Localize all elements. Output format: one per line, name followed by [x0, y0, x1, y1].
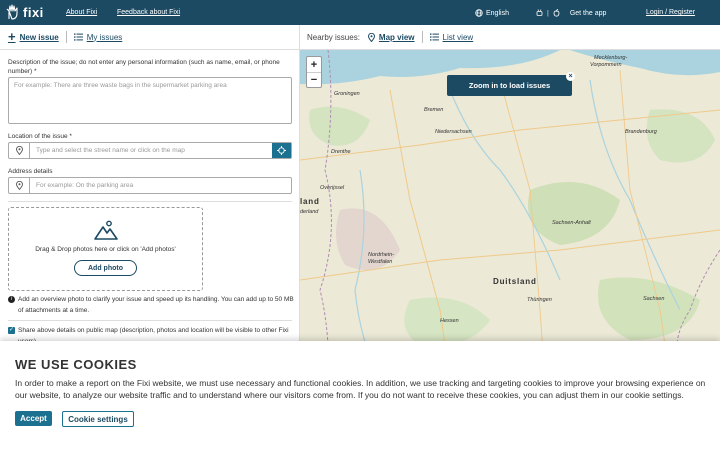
- map-label: Niedersachsen: [435, 129, 472, 135]
- zoom-notice-text: Zoom in to load issues: [468, 81, 551, 90]
- map-label: Westfalen: [368, 259, 393, 265]
- map-label: Drenthe: [331, 149, 351, 155]
- form-divider: [8, 201, 292, 202]
- mountain-photo-icon: [93, 220, 118, 240]
- feedback-link[interactable]: Feedback about Fixi: [117, 9, 180, 16]
- map-label: Brandenburg: [625, 129, 657, 135]
- dropzone-text: Drag & Drop photos here or click on 'Add…: [35, 246, 176, 253]
- list-icon: [429, 33, 439, 41]
- close-icon[interactable]: ×: [566, 72, 575, 81]
- apple-icon: [553, 9, 560, 17]
- location-placeholder: Type and select the street name or click…: [36, 147, 185, 154]
- get-app-link[interactable]: | Get the app: [536, 9, 606, 17]
- tab-list-view-label: List view: [442, 32, 474, 42]
- tab-new-issue-label: New issue: [19, 32, 59, 42]
- map-label: Sachsen: [643, 296, 665, 302]
- tab-map-view[interactable]: Map view: [367, 32, 415, 42]
- cookie-title: WE USE COOKIES: [15, 357, 137, 372]
- map-label: Sachsen-Anhalt: [552, 220, 591, 226]
- about-link[interactable]: About Fixi: [66, 9, 97, 16]
- crosshair-icon: [277, 146, 286, 155]
- map-label: Thüringen: [527, 297, 552, 303]
- map-label: Groningen: [334, 91, 360, 97]
- tab-separator: [421, 31, 423, 43]
- map-label: Bremen: [424, 107, 444, 113]
- language-label: English: [486, 9, 509, 17]
- locate-me-button[interactable]: [272, 143, 291, 158]
- plus-icon: +: [8, 29, 16, 44]
- location-input[interactable]: Type and select the street name or click…: [8, 142, 292, 159]
- address-label: Address details: [8, 168, 53, 175]
- map-pin-icon: [9, 143, 30, 158]
- zoom-control: + −: [306, 56, 322, 88]
- map-label: Overijssel: [320, 185, 345, 191]
- map-pin-icon: [367, 32, 375, 42]
- map-tabs: Nearby issues: Map view List view: [300, 25, 720, 50]
- tab-new-issue[interactable]: + New issue: [8, 29, 59, 44]
- tab-my-issues-label: My issues: [86, 32, 123, 42]
- hand-icon: [6, 4, 18, 20]
- accept-cookies-button[interactable]: Accept: [15, 411, 52, 426]
- description-label: Description of the issue; do not enter a…: [8, 59, 280, 75]
- map-label: Duitsland: [493, 277, 537, 286]
- zoom-out-button[interactable]: −: [307, 72, 321, 87]
- globe-icon: [475, 9, 483, 17]
- map-label: Vorpommern: [590, 62, 622, 68]
- login-register-link[interactable]: Login / Register: [646, 9, 695, 16]
- photo-info-text: Add an overview photo to clarify your is…: [18, 296, 294, 314]
- cookie-text: In order to make a report on the Fixi we…: [15, 378, 706, 400]
- map-label: derland: [300, 209, 319, 215]
- address-placeholder: For example: On the parking area: [36, 182, 134, 189]
- list-icon: [73, 33, 83, 41]
- get-app-label: Get the app: [569, 9, 607, 17]
- form-divider: [8, 320, 292, 321]
- zoom-in-button[interactable]: +: [307, 57, 321, 72]
- tab-separator: [65, 31, 67, 43]
- zoom-notice: Zoom in to load issues ×: [447, 72, 575, 96]
- add-photo-button[interactable]: Add photo: [74, 260, 137, 276]
- map-pin-icon: [9, 178, 30, 193]
- share-checkbox[interactable]: ✓: [8, 327, 15, 334]
- tab-list-view[interactable]: List view: [429, 32, 474, 42]
- info-icon: i: [8, 296, 15, 303]
- logo-text: fixi: [23, 4, 44, 20]
- tab-my-issues[interactable]: My issues: [73, 32, 123, 42]
- map-label: Nordrhein-: [368, 252, 394, 258]
- cookie-banner: WE USE COOKIES In order to make a report…: [0, 341, 720, 450]
- location-label: Location of the issue *: [8, 133, 72, 140]
- map-label: Hessen: [440, 318, 459, 324]
- android-icon: [536, 9, 543, 16]
- address-input[interactable]: For example: On the parking area: [8, 177, 292, 194]
- cookie-settings-button[interactable]: Cookie settings: [62, 411, 134, 427]
- tab-map-view-label: Map view: [378, 32, 415, 42]
- photo-dropzone[interactable]: Drag & Drop photos here or click on 'Add…: [8, 207, 203, 291]
- nearby-issues-label: Nearby issues:: [307, 32, 360, 42]
- fixi-logo[interactable]: fixi: [6, 4, 44, 20]
- photo-info: i Add an overview photo to clarify your …: [8, 294, 294, 316]
- description-textarea[interactable]: For example: There are three waste bags …: [8, 77, 292, 124]
- map-label: land: [300, 197, 320, 206]
- language-selector[interactable]: English: [475, 9, 509, 17]
- form-tabs: + New issue My issues: [0, 25, 299, 50]
- map-label: Mecklenburg-: [594, 55, 628, 61]
- cookie-buttons: Accept Cookie settings: [15, 411, 705, 427]
- top-navbar: fixi About Fixi Feedback about Fixi Engl…: [0, 0, 720, 25]
- description-placeholder: For example: There are three waste bags …: [14, 82, 227, 89]
